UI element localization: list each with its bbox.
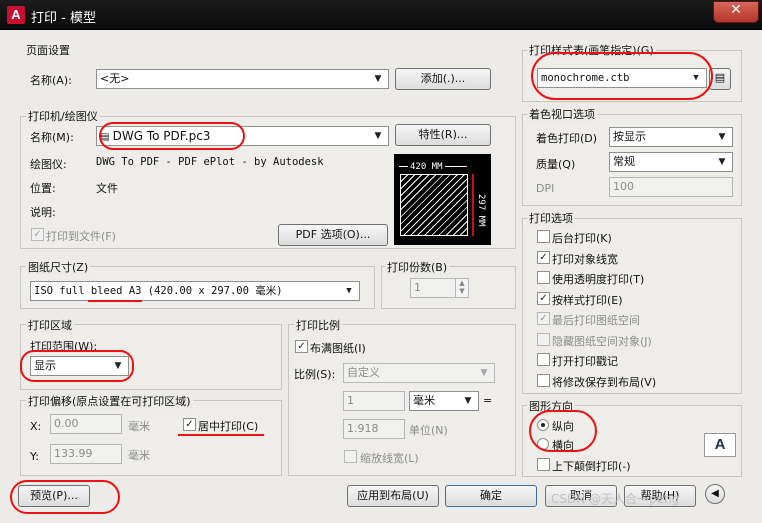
plot-option-label: 按样式打印(E): [552, 293, 623, 307]
scale-lineweights-checkbox[interactable]: [344, 450, 357, 463]
orientation-preview-icon: A: [704, 433, 736, 457]
fit-to-paper-checkbox[interactable]: ✓: [295, 340, 308, 353]
dpi-input[interactable]: 100: [609, 177, 733, 197]
plot-option-label: 打开打印戳记: [552, 355, 618, 368]
plot-option-checkbox[interactable]: ✓: [537, 250, 550, 264]
ok-button[interactable]: 确定: [445, 485, 537, 507]
location-label: 位置:: [30, 182, 56, 195]
offset-x-unit: 毫米: [128, 420, 150, 433]
paper-size-select[interactable]: ISO full bleed A3 (420.00 x 297.00 毫米) ▼: [30, 281, 360, 301]
plot-area-group-label: 打印区域: [26, 317, 74, 333]
shade-plot-select[interactable]: 按显示 ▼: [609, 127, 733, 147]
red-annotation-circle: [531, 52, 713, 100]
plot-option-label: 最后打印图纸空间: [552, 314, 640, 327]
plot-option-checkbox[interactable]: [537, 353, 550, 366]
printer-group-label: 打印机/绘图仪: [26, 108, 100, 124]
page-setup-name-label: 名称(A):: [30, 74, 72, 87]
chevron-down-icon: ▼: [718, 157, 726, 167]
watermark: CSDN @天人合一peng: [551, 492, 680, 506]
offset-y-input[interactable]: 133.99: [50, 444, 122, 464]
red-annotation-underline: [88, 300, 142, 302]
scale-unit-select[interactable]: 毫米 ▼: [409, 391, 479, 411]
center-plot-label: 居中打印(C): [198, 420, 259, 433]
preview-printable-area: [400, 174, 468, 236]
print-to-file-label: 打印到文件(F): [46, 230, 116, 243]
chevron-down-icon: ▼: [374, 74, 382, 84]
offset-y-label: Y:: [30, 450, 39, 463]
plot-option-label: 将修改保存到布局(V): [552, 375, 657, 389]
scale-equals: =: [483, 394, 493, 407]
shade-plot-label: 着色打印(D): [536, 132, 598, 145]
fit-to-paper-label: 布满图纸(I): [310, 342, 366, 355]
red-annotation-circle: [99, 122, 245, 150]
location-value: 文件: [96, 182, 118, 195]
quality-label: 质量(Q): [536, 158, 576, 171]
plot-options-group-label: 打印选项: [527, 210, 575, 226]
close-button[interactable]: ✕: [713, 1, 759, 23]
chevron-down-icon: ▼: [374, 131, 382, 141]
center-plot-checkbox[interactable]: ✓: [183, 418, 196, 431]
plot-option-label: 后台打印(K): [552, 232, 612, 245]
window-title: 打印 - 模型: [31, 11, 96, 26]
preview-width-label: 420 MM: [408, 162, 445, 172]
plot-scale-group-label: 打印比例: [294, 317, 342, 333]
collapse-options-button[interactable]: ◀: [705, 484, 725, 504]
upside-down-label: 上下颠倒打印(-): [552, 460, 631, 473]
apply-to-layout-button[interactable]: 应用到布局(U): [347, 485, 439, 507]
page-setup-group-label: 页面设置: [26, 44, 70, 57]
add-page-setup-button[interactable]: 添加(.)...: [395, 68, 491, 90]
title-bar: [0, 0, 762, 30]
scale-lineweights-label: 缩放线宽(L): [360, 452, 419, 465]
scale-label: 比例(S):: [294, 368, 336, 381]
plot-option-label: 使用透明度打印(T): [552, 273, 645, 286]
plotter-label: 绘图仪:: [30, 158, 67, 171]
red-annotation-circle: [20, 350, 134, 382]
quality-select[interactable]: 常规 ▼: [609, 152, 733, 172]
plot-option-checkbox[interactable]: [537, 230, 550, 243]
scale-value1-input[interactable]: 1: [343, 391, 405, 411]
plotter-value: DWG To PDF - PDF ePlot - by Autodesk: [96, 156, 324, 168]
scale-unit2-label: 单位(N): [409, 424, 448, 437]
chevron-down-icon: ▼: [464, 396, 472, 406]
plot-option-checkbox[interactable]: [537, 271, 550, 284]
chevron-down-icon: ▼: [480, 368, 488, 378]
chevron-left-icon: ◀: [711, 488, 719, 499]
scale-value2-input[interactable]: 1.918: [343, 419, 405, 439]
page-setup-name-select[interactable]: <无> ▼: [96, 69, 389, 89]
pdf-options-button[interactable]: PDF 选项(O)...: [278, 224, 388, 246]
red-annotation-underline: [178, 434, 264, 436]
paper-preview: 420 MM 297 MM: [394, 154, 491, 245]
scale-select[interactable]: 自定义 ▼: [343, 363, 495, 383]
plot-option-label: 隐藏图纸空间对象(J): [552, 334, 652, 348]
paper-size-group-label: 图纸尺寸(Z): [26, 259, 91, 275]
close-icon: ✕: [730, 2, 742, 18]
preview-height-label: 297 MM: [476, 194, 486, 227]
plot-option-label: 打印对象线宽: [552, 252, 618, 266]
shaded-viewport-group-label: 着色视口选项: [527, 106, 597, 122]
chevron-down-icon: ▼: [718, 132, 726, 142]
autocad-app-icon: A: [7, 6, 25, 24]
edit-table-icon: ▤: [714, 71, 726, 84]
plot-offset-group-label: 打印偏移(原点设置在可打印区域): [26, 393, 193, 409]
copies-group-label: 打印份数(B): [385, 259, 450, 275]
red-annotation-circle: [10, 480, 120, 514]
offset-y-unit: 毫米: [128, 449, 150, 462]
offset-x-label: X:: [30, 420, 42, 433]
copies-input[interactable]: 1: [410, 278, 456, 298]
printer-properties-button[interactable]: 特性(R)...: [395, 124, 491, 146]
plot-option-checkbox[interactable]: ✓: [537, 291, 550, 305]
plot-offset-group-panel: [20, 400, 282, 476]
offset-x-input[interactable]: 0.00: [50, 414, 122, 434]
upside-down-checkbox[interactable]: [537, 458, 550, 471]
plot-option-checkbox[interactable]: [537, 373, 550, 387]
printer-name-label: 名称(M):: [30, 131, 74, 144]
dpi-label: DPI: [536, 182, 555, 195]
description-label: 说明:: [30, 206, 56, 219]
copies-spinner[interactable]: ▲ ▼: [455, 278, 469, 298]
chevron-down-icon: ▼: [346, 286, 352, 296]
red-annotation-circle: [529, 410, 597, 452]
plot-option-checkbox[interactable]: ✓: [537, 312, 550, 325]
print-to-file-checkbox[interactable]: ✓: [31, 228, 44, 241]
plot-option-checkbox[interactable]: [537, 332, 550, 346]
